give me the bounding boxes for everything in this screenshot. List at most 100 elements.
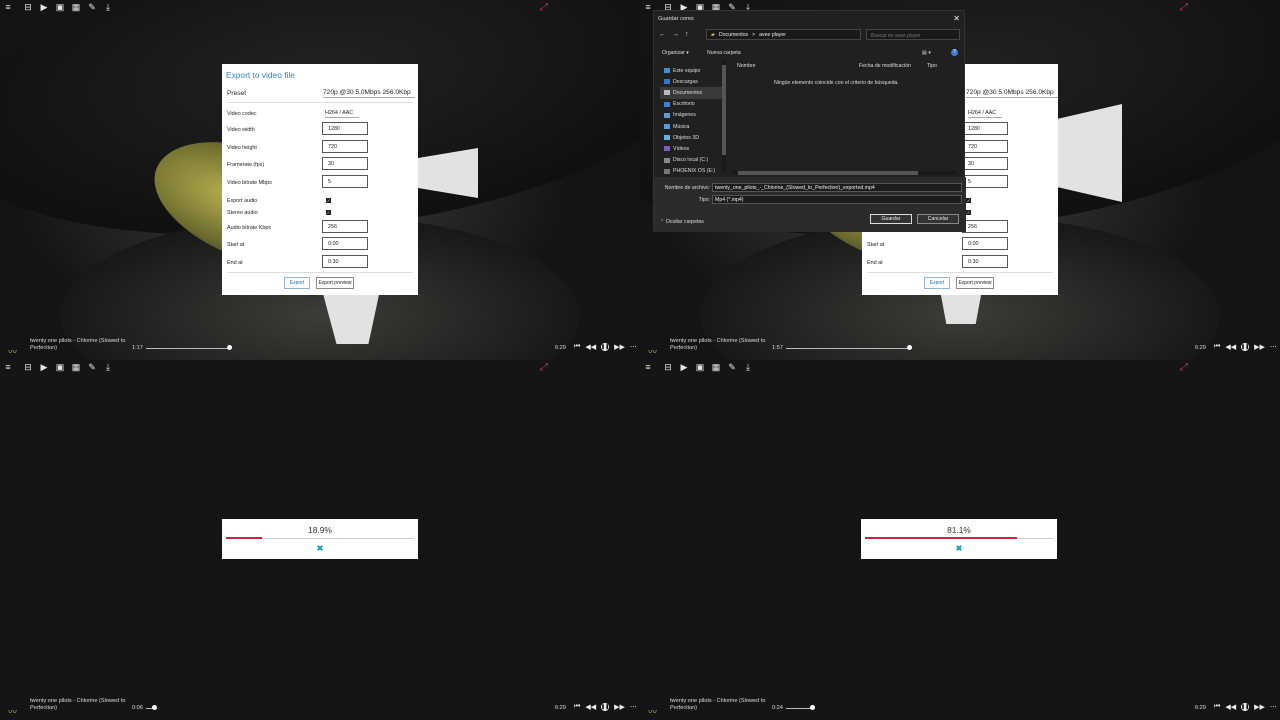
sidebar-item-musica[interactable]: Música: [660, 121, 722, 132]
sidebar-item-phoenix-os[interactable]: PHOENIX OS (E:): [660, 166, 722, 177]
preset-select[interactable]: 720p @30 5.0Mbps 256.0Kbp: [323, 89, 415, 98]
help-icon[interactable]: ?: [951, 49, 958, 56]
close-icon[interactable]: ✕: [953, 14, 960, 23]
sidebar-item-documentos[interactable]: Documentos: [660, 87, 722, 99]
pause-icon[interactable]: ❚❚: [1241, 703, 1249, 711]
sidebar-item-disco-local[interactable]: Disco local (C:): [660, 155, 722, 166]
play-icon[interactable]: ▶: [676, 360, 692, 374]
sidebar-item-descargas[interactable]: Descargas: [660, 76, 722, 87]
fullscreen-icon[interactable]: ⤢: [540, 362, 548, 373]
sidebar-item-imagenes[interactable]: Imágenes: [660, 110, 722, 121]
album-thumbnail[interactable]: 〰: [648, 705, 660, 717]
menu-icon[interactable]: ≡: [0, 360, 16, 374]
play-icon[interactable]: ▶: [36, 360, 52, 374]
play-icon[interactable]: ▶: [36, 0, 52, 14]
album-thumbnail[interactable]: 〰: [648, 345, 660, 357]
cancel-export-icon[interactable]: ✖: [222, 544, 418, 553]
sidebar-item-objetos-3d[interactable]: Objetos 3D: [660, 132, 722, 143]
column-name[interactable]: Nombre: [737, 63, 755, 69]
preset-select[interactable]: 720p @30 5.0Mbps 256.0Kbp: [966, 89, 1058, 98]
skip-back-icon[interactable]: ⏮: [574, 703, 580, 711]
path-leaf[interactable]: avee player: [759, 32, 786, 38]
organize-menu[interactable]: Organizar ▾: [662, 50, 689, 56]
seek-bar[interactable]: [786, 707, 812, 709]
export-preview-button[interactable]: Export preview: [316, 277, 354, 289]
seek-knob[interactable]: [152, 705, 157, 710]
start-input[interactable]: 0:00: [322, 237, 368, 250]
download-icon[interactable]: ⤓: [100, 0, 116, 14]
column-date[interactable]: Fecha de modificación: [859, 63, 911, 69]
seek-knob[interactable]: [227, 345, 232, 350]
fullscreen-icon[interactable]: ⤢: [1180, 2, 1188, 13]
stereo-checkbox[interactable]: ✓: [966, 210, 971, 215]
brush-icon[interactable]: ✎: [724, 360, 740, 374]
forward-icon[interactable]: ▶▶: [614, 703, 625, 711]
skip-back-icon[interactable]: ⏮: [1214, 703, 1220, 711]
inbox-icon[interactable]: ⊟: [660, 360, 676, 374]
song-title[interactable]: twenty one pilots - Chlorine (Slowed to …: [30, 698, 130, 712]
type-select[interactable]: Mp4 (*.mp4): [712, 195, 962, 204]
seek-bar[interactable]: [786, 347, 909, 349]
skip-back-icon[interactable]: ⏮: [574, 343, 580, 351]
rewind-icon[interactable]: ◀◀: [585, 343, 596, 351]
width-input[interactable]: 1280: [962, 122, 1008, 135]
bitrate-input[interactable]: 5: [322, 175, 368, 188]
end-input[interactable]: 0:30: [962, 255, 1008, 268]
album-thumbnail[interactable]: 〰: [8, 345, 20, 357]
back-arrow-icon[interactable]: ←: [659, 31, 666, 38]
address-bar[interactable]: ▰ Documentos > avee player: [706, 29, 861, 40]
export-preview-button[interactable]: Export preview: [956, 277, 994, 289]
image-icon[interactable]: ▣: [52, 0, 68, 14]
up-arrow-icon[interactable]: ↑: [685, 31, 689, 38]
sidebar-item-videos[interactable]: Vídeos: [660, 143, 722, 154]
fps-input[interactable]: 30: [962, 157, 1008, 170]
audio-bitrate-input[interactable]: 256: [962, 220, 1008, 233]
grid-icon[interactable]: ▦: [708, 360, 724, 374]
pause-icon[interactable]: ❚❚: [601, 703, 609, 711]
brush-icon[interactable]: ✎: [84, 0, 100, 14]
pause-icon[interactable]: ❚❚: [1241, 343, 1249, 351]
export-audio-checkbox[interactable]: ✓: [966, 198, 971, 203]
column-type[interactable]: Tipo: [927, 63, 937, 69]
image-icon[interactable]: ▣: [52, 360, 68, 374]
more-icon[interactable]: ⋯: [630, 343, 637, 351]
seek-knob[interactable]: [810, 705, 815, 710]
height-input[interactable]: 720: [322, 140, 368, 153]
inbox-icon[interactable]: ⊟: [20, 0, 36, 14]
seek-bar[interactable]: [146, 347, 229, 349]
image-icon[interactable]: ▣: [692, 360, 708, 374]
save-button[interactable]: Guardar: [870, 214, 912, 224]
filename-input[interactable]: twenty_one_pilots_-_Chlorine_(Slowed_to_…: [712, 183, 962, 192]
forward-icon[interactable]: ▶▶: [1254, 343, 1265, 351]
end-input[interactable]: 0:30: [322, 255, 368, 268]
path-root[interactable]: Documentos: [719, 32, 748, 38]
new-folder-button[interactable]: Nueva carpeta: [707, 50, 741, 56]
forward-icon[interactable]: ▶▶: [614, 343, 625, 351]
menu-icon[interactable]: ≡: [640, 360, 656, 374]
download-icon[interactable]: ⤓: [740, 360, 756, 374]
search-input[interactable]: Buscar en avee player: [866, 29, 960, 40]
rewind-icon[interactable]: ◀◀: [1225, 703, 1236, 711]
height-input[interactable]: 720: [962, 140, 1008, 153]
sidebar-item-este-equipo[interactable]: Este equipo: [660, 65, 722, 76]
horizontal-scrollbar[interactable]: [732, 171, 957, 175]
fullscreen-icon[interactable]: ⤢: [1180, 362, 1188, 373]
export-button[interactable]: Export: [284, 277, 310, 289]
more-icon[interactable]: ⋯: [1270, 343, 1277, 351]
grid-icon[interactable]: ▦: [68, 0, 84, 14]
brush-icon[interactable]: ✎: [84, 360, 100, 374]
export-audio-checkbox[interactable]: ✓: [326, 198, 331, 203]
bitrate-input[interactable]: 5: [962, 175, 1008, 188]
rewind-icon[interactable]: ◀◀: [1225, 343, 1236, 351]
audio-bitrate-input[interactable]: 256: [322, 220, 368, 233]
rewind-icon[interactable]: ◀◀: [585, 703, 596, 711]
grid-icon[interactable]: ▦: [68, 360, 84, 374]
start-input[interactable]: 0:00: [962, 237, 1008, 250]
more-icon[interactable]: ⋯: [1270, 703, 1277, 711]
stereo-checkbox[interactable]: ✓: [326, 210, 331, 215]
hide-folders-toggle[interactable]: ⌃ Ocultar carpetas: [660, 219, 704, 225]
export-button[interactable]: Export: [924, 277, 950, 289]
inbox-icon[interactable]: ⊟: [20, 360, 36, 374]
sidebar-scrollbar[interactable]: [722, 61, 726, 171]
download-icon[interactable]: ⤓: [100, 360, 116, 374]
